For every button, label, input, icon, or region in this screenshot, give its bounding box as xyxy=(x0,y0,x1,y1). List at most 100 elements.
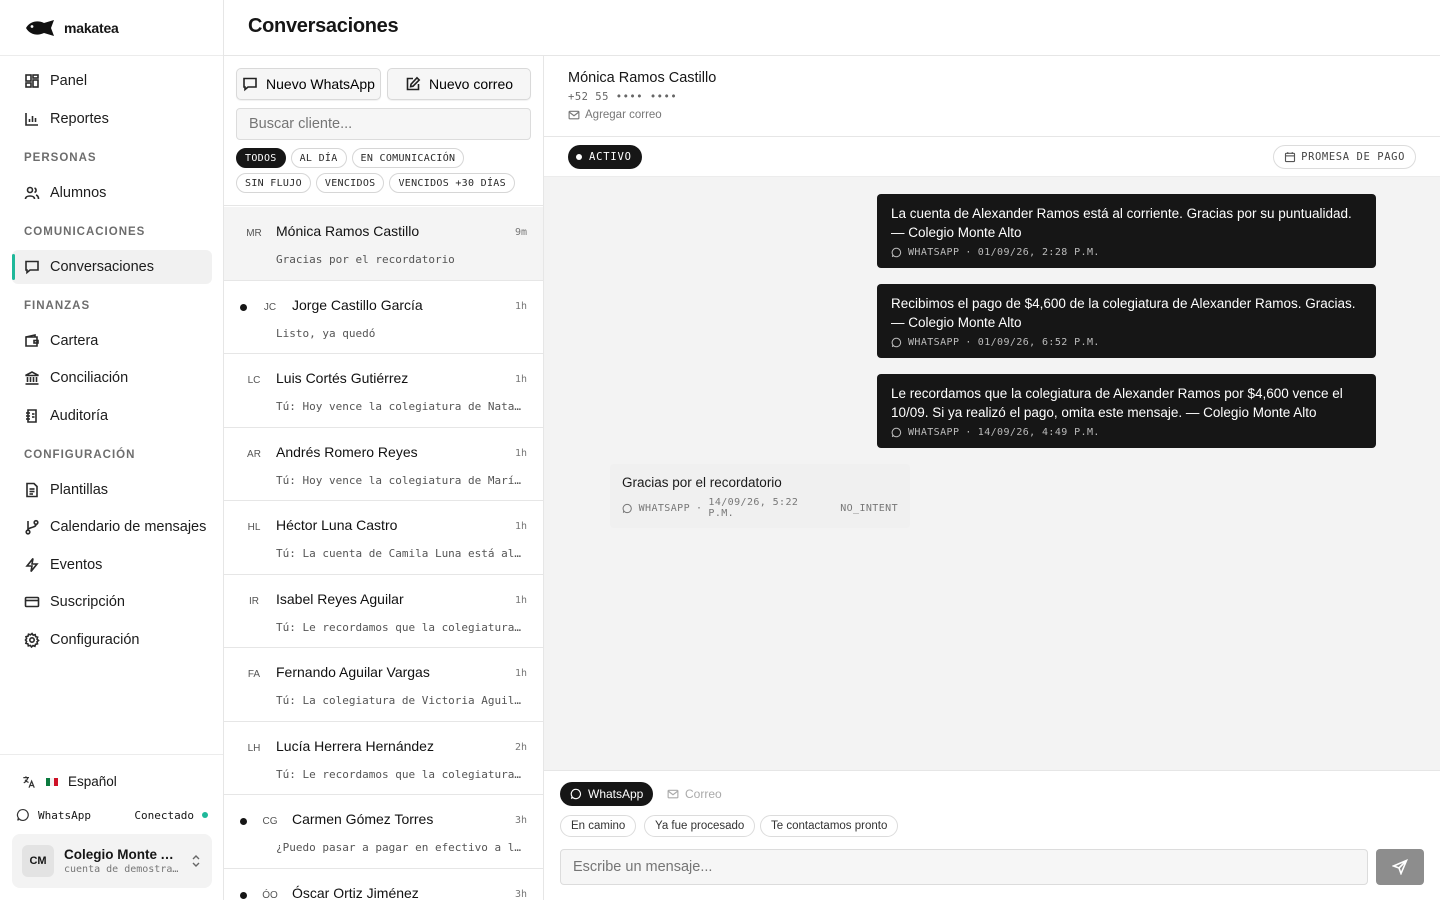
message-meta: WHATSAPP · 01/09/26, 6:52 P.M. xyxy=(891,337,1362,348)
contact-name: Mónica Ramos Castillo xyxy=(568,70,717,86)
contact-phone: +52 55 •••• •••• xyxy=(568,91,678,103)
list-item[interactable]: CG Carmen Gómez Torres 3h ¿Puedo pasar a… xyxy=(224,795,543,869)
unread-dot xyxy=(240,891,247,899)
calendar-icon xyxy=(1285,152,1296,163)
message-channel: WHATSAPP xyxy=(908,427,960,438)
list-item[interactable]: LC Luis Cortés Gutiérrez 1h Tú: Hoy venc… xyxy=(224,354,543,428)
chat-panel: Mónica Ramos Castillo +52 55 •••• •••• A… xyxy=(544,56,1440,900)
payment-promise-button[interactable]: PROMESA DE PAGO xyxy=(1273,145,1416,169)
quick-reply-en-camino[interactable]: En camino xyxy=(560,815,637,837)
sidebar-item-label: Suscripción xyxy=(50,594,125,610)
contact-initials: AR xyxy=(247,448,261,460)
meta-separator: · xyxy=(965,337,972,348)
main-nav: Panel Reportes PERSONAS Alumnos COMUNICA… xyxy=(12,64,212,660)
sidebar-item-alumnos[interactable]: Alumnos xyxy=(12,176,212,210)
sidebar: makatea Panel Reportes PERSONAS Alumnos … xyxy=(0,0,224,900)
mail-icon xyxy=(667,789,679,799)
quick-reply-contactamos[interactable]: Te contactamos pronto xyxy=(760,815,899,837)
new-whatsapp-button[interactable]: Nuevo WhatsApp xyxy=(236,68,381,100)
lightning-icon xyxy=(25,557,39,572)
contact-initials: FA xyxy=(247,669,261,680)
divider xyxy=(0,754,223,755)
list-item[interactable]: AR Andrés Romero Reyes 1h Tú: Hoy vence … xyxy=(224,428,543,501)
contact-header: Mónica Ramos Castillo +52 55 •••• •••• A… xyxy=(544,56,1440,137)
filter-chip-todos[interactable]: TODOS xyxy=(236,148,286,168)
sidebar-item-label: Alumnos xyxy=(50,184,107,201)
filter-chip-en-comunicacion[interactable]: EN COMUNICACIÓN xyxy=(351,148,465,168)
conversation-time: 1h xyxy=(514,668,527,679)
contact-name: Lucía Herrera Hernández xyxy=(276,737,434,754)
status-badge: ACTIVO xyxy=(568,145,642,169)
message-preview: Listo, ya quedó xyxy=(276,326,376,340)
contact-name: Luis Cortés Gutiérrez xyxy=(276,370,409,386)
sidebar-item-eventos[interactable]: Eventos xyxy=(12,548,212,582)
tab-email[interactable]: Correo xyxy=(657,782,732,806)
whatsapp-icon xyxy=(16,808,29,822)
list-item[interactable]: FA Fernando Aguilar Vargas 1h Tú: La col… xyxy=(224,648,543,722)
list-item[interactable]: IR Isabel Reyes Aguilar 1h Tú: Le record… xyxy=(224,575,543,648)
contact-initials: HL xyxy=(247,522,261,533)
conversation-time: 1h xyxy=(514,594,527,606)
audit-icon xyxy=(26,408,37,423)
tab-whatsapp[interactable]: WhatsApp xyxy=(560,782,654,806)
chat-icon xyxy=(25,260,39,274)
message-input[interactable] xyxy=(560,849,1368,885)
edit-icon xyxy=(406,76,421,91)
list-item[interactable]: ÓO Óscar Ortiz Jiménez 3h xyxy=(224,869,543,900)
sidebar-item-conversaciones[interactable]: Conversaciones xyxy=(12,249,212,284)
list-item[interactable]: MR Mónica Ramos Castillo 9m Gracias por … xyxy=(224,207,543,281)
whatsapp-label: WhatsApp xyxy=(38,808,91,822)
add-email-link[interactable]: Agregar correo xyxy=(568,109,662,121)
whatsapp-icon xyxy=(570,788,582,800)
brand-logo[interactable]: makatea xyxy=(24,16,119,40)
whatsapp-icon xyxy=(891,427,902,438)
sidebar-item-plantillas[interactable]: Plantillas xyxy=(12,473,212,507)
outgoing-message: Le recordamos que la colegiatura de Alex… xyxy=(877,374,1376,448)
account-switcher[interactable]: CM Colegio Monte Alto cuenta de demostra… xyxy=(12,834,212,888)
language-label: Español xyxy=(68,774,117,789)
contact-name: Jorge Castillo García xyxy=(292,296,423,313)
sidebar-item-auditoria[interactable]: Auditoría xyxy=(12,399,212,433)
incoming-message: Gracias por el recordatorio WHATSAPP · 14… xyxy=(610,464,910,528)
contact-initials: JC xyxy=(263,301,277,313)
page-header: Conversaciones xyxy=(224,0,1440,56)
new-email-button[interactable]: Nuevo correo xyxy=(387,68,531,100)
sidebar-item-suscripcion[interactable]: Suscripción xyxy=(12,585,212,619)
sidebar-item-reportes[interactable]: Reportes xyxy=(12,102,212,136)
sidebar-item-panel[interactable]: Panel xyxy=(12,64,212,98)
sidebar-item-cartera[interactable]: Cartera xyxy=(12,324,212,358)
sidebar-item-label: Cartera xyxy=(50,332,99,349)
filter-chip-al-dia[interactable]: AL DÍA xyxy=(290,148,347,168)
conversation-time: 1h xyxy=(514,521,527,532)
unread-dot xyxy=(240,818,247,825)
sidebar-item-configuracion[interactable]: Configuración xyxy=(12,623,212,657)
sidebar-item-conciliacion[interactable]: Conciliación xyxy=(12,361,212,395)
filter-chip-vencidos-30[interactable]: VENCIDOS +30 DÍAS xyxy=(389,173,515,193)
bank-icon xyxy=(25,371,39,385)
contact-initials: LH xyxy=(247,742,261,754)
message-preview: Tú: La cuenta de Camila Luna está al cor… xyxy=(276,547,527,560)
account-name: Colegio Monte Alto xyxy=(64,847,180,862)
message-text: Gracias por el recordatorio xyxy=(622,475,782,490)
sidebar-item-calendario[interactable]: Calendario de mensajes xyxy=(12,510,212,544)
filter-chip-sin-flujo[interactable]: SIN FLUJO xyxy=(236,173,311,193)
translate-icon xyxy=(23,775,35,788)
filter-chip-vencidos[interactable]: VENCIDOS xyxy=(315,173,385,193)
message-text: Le recordamos que la colegiatura de Alex… xyxy=(891,386,1343,420)
filter-chips: TODOS AL DÍA EN COMUNICACIÓN SIN FLUJO V… xyxy=(236,148,536,193)
search-input[interactable] xyxy=(236,108,531,140)
contact-name: Mónica Ramos Castillo xyxy=(276,223,420,239)
branch-icon xyxy=(25,519,39,535)
language-selector[interactable]: Español xyxy=(22,774,117,789)
list-item[interactable]: LH Lucía Herrera Hernández 2h Tú: Le rec… xyxy=(224,722,543,795)
tab-label: Correo xyxy=(685,787,722,801)
list-item[interactable]: JC Jorge Castillo García 1h Listo, ya qu… xyxy=(224,281,543,354)
list-item[interactable]: HL Héctor Luna Castro 1h Tú: La cuenta d… xyxy=(224,501,543,575)
wallet-icon xyxy=(25,333,39,347)
message-timestamp: 01/09/26, 6:52 P.M. xyxy=(977,337,1100,348)
button-label: PROMESA DE PAGO xyxy=(1301,151,1405,163)
section-title: COMUNICACIONES xyxy=(24,225,146,238)
message-channel: WHATSAPP xyxy=(638,502,690,514)
quick-reply-procesado[interactable]: Ya fue procesado xyxy=(644,815,756,837)
send-button[interactable] xyxy=(1376,849,1424,885)
